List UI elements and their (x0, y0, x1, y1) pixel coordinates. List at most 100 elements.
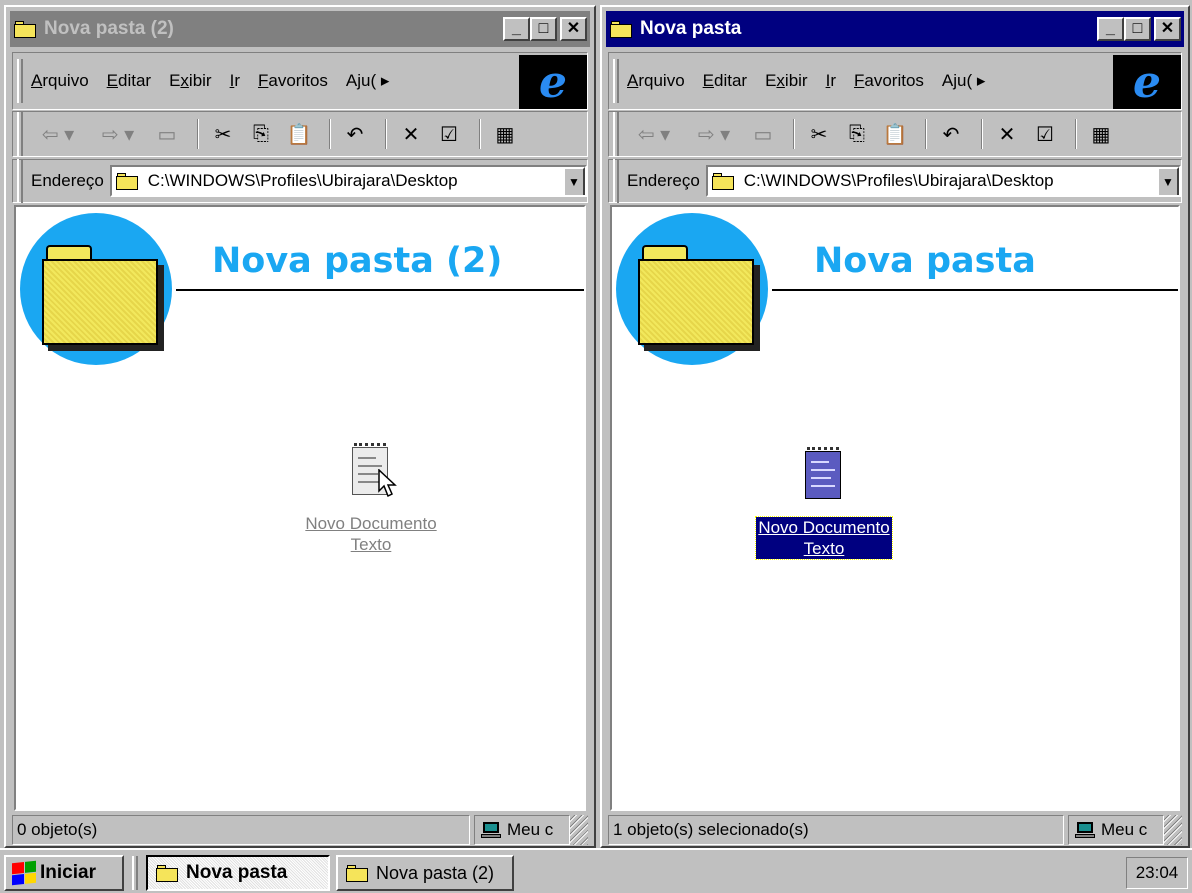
minimize-button[interactable]: _ (503, 17, 530, 41)
forward-button[interactable]: ⇨ ▾ (687, 118, 741, 150)
delete-button[interactable]: ✕ (395, 118, 427, 150)
menu-exibir[interactable]: Exibir (765, 71, 808, 91)
toolbar-separator (793, 119, 795, 149)
delete-button[interactable]: ✕ (991, 118, 1023, 150)
window-title: Nova pasta (2) (44, 18, 174, 39)
folder-heading: Nova pasta (2) (212, 241, 503, 281)
menu-favoritos[interactable]: Favoritos (854, 71, 924, 91)
folder-content-pane[interactable]: Nova pasta (2) Novo Documento Texto (14, 205, 586, 811)
title-buttons: _ □ ✕ (1097, 17, 1181, 41)
close-button[interactable]: ✕ (560, 17, 587, 41)
copy-button[interactable]: ⎘ (245, 118, 277, 150)
close-button[interactable]: ✕ (1154, 17, 1181, 41)
properties-button[interactable]: ☑ (433, 118, 465, 150)
menu-grip[interactable] (613, 59, 619, 103)
address-label: Endereço (31, 171, 104, 190)
properties-button[interactable]: ☑ (1029, 118, 1061, 150)
paste-button[interactable]: 📋 (879, 118, 911, 150)
start-button[interactable]: Iniciar (4, 855, 124, 891)
address-dropdown-button[interactable]: ▼ (563, 167, 585, 195)
my-computer-icon (481, 822, 501, 838)
status-zone: Meu c (1068, 815, 1164, 845)
menu-ir[interactable]: Ir (826, 71, 836, 91)
menu-arquivo[interactable]: Arquivo (627, 71, 685, 91)
taskbar-button-nova-pasta-2[interactable]: Nova pasta (2) (336, 855, 514, 891)
text-document-file[interactable]: Novo Documento Texto (286, 443, 456, 555)
explorer-window-nova-pasta-2[interactable]: Nova pasta (2) _ □ ✕ Arquivo Editar Exib… (4, 5, 596, 848)
system-tray-clock[interactable]: 23:04 (1126, 857, 1188, 889)
menu-ajuda[interactable]: Aju( ▸ (346, 71, 390, 91)
status-bar: 1 objeto(s) selecionado(s) Meu c (608, 815, 1182, 847)
taskbar: Iniciar Nova pasta Nova pasta (2) 23:04 (0, 848, 1192, 893)
standard-toolbar: ⇦ ▾ ⇨ ▾ ▭ ✂ ⎘ 📋 ↶ ✕ ☑ ▦ (608, 111, 1182, 157)
status-bar: 0 objeto(s) Meu c (12, 815, 588, 847)
forward-button[interactable]: ⇨ ▾ (91, 118, 145, 150)
maximize-button[interactable]: □ (1124, 17, 1151, 41)
text-document-file-selected[interactable]: Novo Documento Texto (739, 447, 909, 560)
status-text: 1 objeto(s) selecionado(s) (608, 815, 1064, 845)
maximize-button[interactable]: □ (530, 17, 557, 41)
undo-button[interactable]: ↶ (339, 118, 371, 150)
toolbar-grip[interactable] (613, 112, 619, 156)
toolbar-separator (385, 119, 387, 149)
my-computer-icon (1075, 822, 1095, 838)
menu-favoritos[interactable]: Favoritos (258, 71, 328, 91)
address-bar: Endereço C:\WINDOWS\Profiles\Ubirajara\D… (12, 159, 588, 203)
title-bar[interactable]: Nova pasta (2) _ □ ✕ (10, 11, 590, 47)
resize-grip[interactable] (570, 815, 588, 845)
folder-icon (156, 864, 180, 882)
standard-toolbar: ⇦ ▾ ⇨ ▾ ▭ ✂ ⎘ 📋 ↶ ✕ ☑ ▦ (12, 111, 588, 157)
windows-logo-icon (12, 860, 36, 886)
status-zone: Meu c (474, 815, 570, 845)
file-label-selected: Novo Documento Texto (755, 516, 893, 560)
back-button[interactable]: ⇦ ▾ (31, 118, 85, 150)
toolbar-separator (981, 119, 983, 149)
cut-button[interactable]: ✂ (207, 118, 239, 150)
menu-bar: Arquivo Editar Exibir Ir Favoritos Aju( … (12, 52, 588, 110)
menu-editar[interactable]: Editar (107, 71, 151, 91)
window-title: Nova pasta (640, 18, 742, 39)
folder-icon (610, 20, 634, 38)
heading-rule (772, 289, 1178, 291)
menu-arquivo[interactable]: Arquivo (31, 71, 89, 91)
back-button[interactable]: ⇦ ▾ (627, 118, 681, 150)
address-grip[interactable] (17, 159, 23, 203)
copy-button[interactable]: ⎘ (841, 118, 873, 150)
menu-bar: Arquivo Editar Exibir Ir Favoritos Aju( … (608, 52, 1182, 110)
resize-grip[interactable] (1164, 815, 1182, 845)
big-folder-icon (20, 213, 172, 365)
mouse-cursor-icon (378, 469, 397, 498)
menu-grip[interactable] (17, 59, 23, 103)
menu-ir[interactable]: Ir (230, 71, 240, 91)
menu-ajuda[interactable]: Aju( ▸ (942, 71, 986, 91)
views-button[interactable]: ▦ (1085, 118, 1117, 150)
cut-button[interactable]: ✂ (803, 118, 835, 150)
address-field[interactable]: C:\WINDOWS\Profiles\Ubirajara\Desktop ▼ (109, 165, 587, 197)
title-bar[interactable]: Nova pasta _ □ ✕ (606, 11, 1184, 47)
address-field[interactable]: C:\WINDOWS\Profiles\Ubirajara\Desktop ▼ (705, 165, 1181, 197)
heading-rule (176, 289, 584, 291)
menu-exibir[interactable]: Exibir (169, 71, 212, 91)
minimize-button[interactable]: _ (1097, 17, 1124, 41)
menu-editar[interactable]: Editar (703, 71, 747, 91)
explorer-window-nova-pasta[interactable]: Nova pasta _ □ ✕ Arquivo Editar Exibir I… (600, 5, 1190, 848)
start-label: Iniciar (40, 862, 96, 883)
views-button[interactable]: ▦ (489, 118, 521, 150)
taskbar-grip[interactable] (132, 856, 138, 890)
taskbar-button-nova-pasta[interactable]: Nova pasta (146, 855, 330, 891)
address-dropdown-button[interactable]: ▼ (1157, 167, 1179, 195)
address-grip[interactable] (613, 159, 619, 203)
up-folder-button[interactable]: ▭ (151, 118, 183, 150)
notepad-document-icon (803, 447, 845, 501)
paste-button[interactable]: 📋 (283, 118, 315, 150)
folder-icon (14, 20, 38, 38)
address-label: Endereço (627, 171, 700, 190)
title-buttons: _ □ ✕ (503, 17, 587, 41)
undo-button[interactable]: ↶ (935, 118, 967, 150)
folder-icon (115, 172, 140, 190)
up-folder-button[interactable]: ▭ (747, 118, 779, 150)
toolbar-separator (329, 119, 331, 149)
folder-content-pane[interactable]: Nova pasta Novo Documento Texto (610, 205, 1180, 811)
file-label: Novo Documento Texto (305, 514, 437, 554)
toolbar-grip[interactable] (17, 112, 23, 156)
